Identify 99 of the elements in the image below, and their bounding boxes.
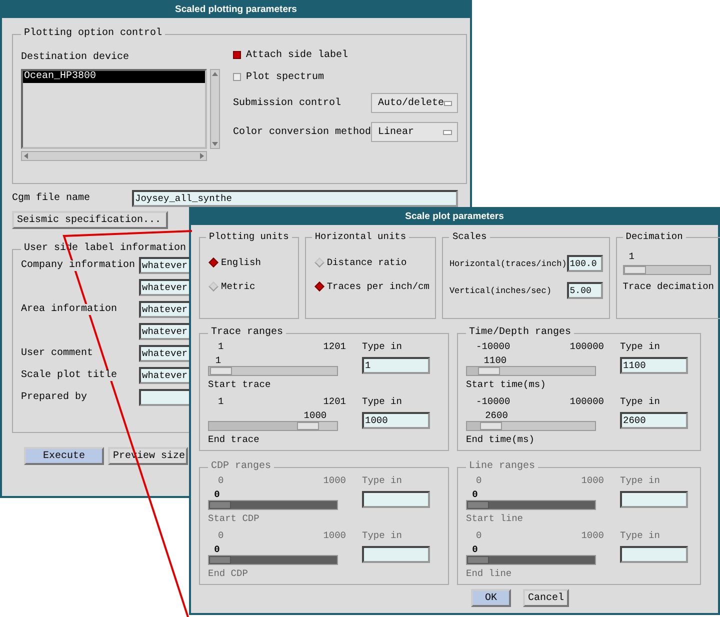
window-title: Scaled plotting parameters — [2, 2, 470, 18]
option-menu[interactable]: Auto/delete — [371, 93, 458, 113]
slider-maximum: 100000 — [570, 396, 604, 407]
slider-minimum: -10000 — [476, 396, 510, 407]
slider[interactable] — [466, 366, 596, 376]
group-title: Trace ranges — [210, 327, 284, 339]
field-label: Type in — [620, 341, 660, 352]
dialog-button[interactable]: Cancel — [523, 589, 570, 607]
vertical-scrollbar[interactable] — [210, 69, 220, 149]
slider-maximum: 1000 — [581, 475, 604, 486]
slider-maximum: 1201 — [323, 341, 346, 352]
slider-minimum: -10000 — [476, 341, 510, 352]
slider-value: 2600 — [484, 410, 508, 421]
slider-maximum: 100000 — [570, 341, 604, 352]
radio-label: Metric — [221, 280, 256, 292]
text-field[interactable]: 1000 — [362, 412, 430, 429]
slider-label: Trace decimation — [622, 281, 714, 292]
checkbox-label: Attach side label — [246, 50, 348, 60]
arrow-down-icon[interactable] — [212, 142, 218, 146]
slider-value: 1000 — [302, 410, 327, 421]
slider-maximum: 1000 — [323, 475, 346, 486]
text-field[interactable]: 1 — [362, 357, 430, 374]
field-label: Prepared by — [21, 392, 88, 403]
field-label: Type in — [362, 341, 402, 352]
field-label: Destination device — [21, 52, 130, 63]
slider-maximum: 1000 — [581, 530, 604, 541]
slider-value: 0 — [471, 489, 478, 500]
group-title: Decimation — [624, 231, 684, 243]
slider-minimum: 0 — [218, 475, 224, 486]
slider-minimum: 0 — [476, 475, 482, 486]
text-field[interactable]: 1100 — [620, 357, 688, 374]
window-title: Scale plot parameters — [191, 209, 718, 225]
radio-label: Traces per inch/cm — [326, 280, 430, 292]
slider[interactable] — [622, 265, 711, 275]
field-label: Type in — [362, 530, 402, 541]
radio-button[interactable] — [208, 257, 218, 267]
list-item[interactable]: Ocean_HP3800 — [23, 71, 205, 83]
text-field[interactable]: 5.00 — [566, 282, 603, 299]
slider-label: Start trace — [208, 379, 271, 390]
slider-label: End time(ms) — [466, 434, 534, 445]
group-title: Scales — [451, 231, 488, 243]
group-title: Time/Depth ranges — [468, 327, 572, 339]
group-title: Plotting option control — [23, 28, 164, 40]
field-label: Area information — [21, 304, 118, 315]
device-list[interactable]: Ocean_HP3800 — [21, 69, 207, 149]
slider[interactable] — [466, 421, 596, 431]
slider-value: 0 — [213, 544, 220, 555]
arrow-right-icon[interactable] — [200, 153, 204, 159]
arrow-up-icon[interactable] — [212, 72, 218, 76]
slider-value: 1 — [628, 251, 634, 262]
option-menu[interactable]: Linear — [371, 122, 458, 142]
checkbox[interactable] — [233, 51, 241, 59]
slider-minimum: 1 — [218, 341, 224, 352]
field-label: Type in — [362, 396, 402, 407]
slider-value: 0 — [213, 489, 220, 500]
field-label: Horizontal(traces/inch) — [449, 258, 567, 268]
field-label: Type in — [362, 475, 402, 486]
group-title: Line ranges — [468, 461, 536, 473]
dialog-button[interactable]: OK — [471, 589, 511, 607]
field-label: Type in — [620, 530, 660, 541]
group-title: CDP ranges — [210, 461, 272, 473]
slider-maximum: 1201 — [323, 396, 346, 407]
field-label: Type in — [620, 475, 660, 486]
field-label: Submission control — [233, 98, 342, 108]
radio-button[interactable] — [314, 281, 324, 291]
text-field[interactable]: Joysey_all_synthe — [132, 190, 458, 207]
horizontal-scrollbar[interactable] — [21, 151, 207, 161]
slider-label: End trace — [208, 434, 260, 445]
slider[interactable] — [208, 421, 338, 431]
slider-label: Start line — [466, 513, 524, 524]
slider-minimum: 1 — [218, 396, 224, 407]
slider-label: End CDP — [208, 568, 248, 579]
group-title: Horizontal units — [314, 231, 408, 243]
seismic-specification-button[interactable]: Seismic specification... — [12, 211, 168, 229]
checkbox-label: Plot spectrum — [246, 72, 324, 82]
field-label: Color conversion method — [233, 126, 372, 138]
slider-minimum: 0 — [476, 530, 482, 541]
slider[interactable] — [208, 366, 338, 376]
field-label: Scale plot title — [21, 370, 118, 381]
group-title: Plotting units — [208, 231, 290, 243]
slider-minimum: 0 — [218, 530, 224, 541]
slider-label: Start time(ms) — [466, 379, 546, 390]
slider-label: End line — [466, 568, 512, 579]
checkbox[interactable] — [233, 73, 241, 81]
slider-value: 1 — [214, 355, 222, 366]
text-field[interactable]: 2600 — [620, 412, 688, 429]
radio-label: English — [221, 256, 261, 268]
field-label: Cgm file name — [12, 193, 92, 204]
slider-label: Start CDP — [208, 513, 260, 524]
radio-label: Distance ratio — [326, 256, 407, 268]
field-label: Type in — [620, 396, 660, 407]
text-field[interactable]: 100.0 — [566, 255, 603, 272]
field-label: Company information — [21, 260, 136, 271]
slider-maximum: 1000 — [323, 530, 346, 541]
arrow-left-icon[interactable] — [24, 153, 28, 159]
slider-value: 0 — [471, 544, 478, 555]
dialog-button[interactable]: Execute — [24, 447, 104, 465]
field-label: Vertical(inches/sec) — [449, 286, 552, 296]
slider-value: 1100 — [482, 355, 507, 366]
